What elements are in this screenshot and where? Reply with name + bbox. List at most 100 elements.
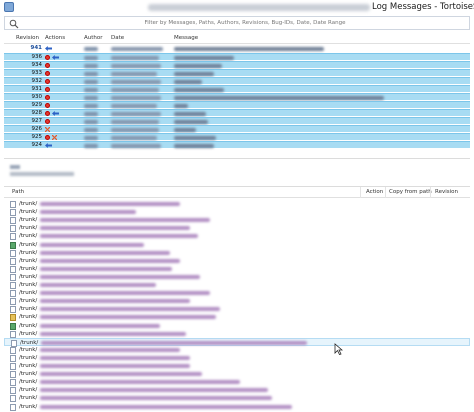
path-row[interactable]: /trunk/ [4, 249, 470, 257]
log-row[interactable]: 941 [4, 45, 470, 52]
path-row[interactable]: /trunk/ [4, 386, 470, 395]
path-row[interactable]: /trunk/ [4, 313, 470, 322]
column-separator[interactable] [385, 187, 386, 198]
column-header-revision[interactable]: Revision [435, 189, 458, 195]
column-separator[interactable] [430, 187, 431, 198]
date-redacted [111, 144, 161, 148]
path-prefix: /trunk/ [19, 395, 38, 402]
revision-number: 924 [31, 142, 43, 148]
filter-box[interactable] [4, 16, 470, 30]
author-redacted [84, 88, 98, 92]
column-separator[interactable] [360, 187, 361, 198]
path-row[interactable]: /trunk/ [4, 322, 470, 330]
path-prefix: /trunk/ [19, 403, 38, 410]
path-redacted [40, 283, 156, 287]
log-row[interactable]: 925 [4, 133, 470, 140]
date-redacted [111, 80, 161, 84]
column-header-path[interactable]: Path [12, 189, 24, 195]
file-icon [10, 217, 16, 225]
path-row[interactable]: /trunk/ [4, 362, 470, 370]
path-row[interactable]: /trunk/ [4, 297, 470, 306]
path-row[interactable]: /trunk/ [4, 224, 470, 233]
log-row[interactable]: 924 [4, 141, 470, 148]
path-prefix: /trunk/ [19, 225, 38, 232]
log-row[interactable]: 932 [4, 77, 470, 84]
log-row[interactable]: 934 [4, 61, 470, 68]
date-redacted [111, 47, 163, 51]
date-redacted [111, 88, 159, 92]
log-table: Revision Actions Author Date Message 941… [4, 34, 470, 154]
message-redacted [174, 128, 196, 132]
path-row[interactable]: /trunk/ [4, 305, 470, 314]
path-row[interactable]: /trunk/ [4, 378, 470, 387]
path-prefix: /trunk/ [19, 217, 38, 224]
path-prefix: /trunk/ [19, 387, 38, 394]
author-redacted [84, 72, 98, 76]
path-row[interactable]: /trunk/ [4, 273, 470, 281]
path-row[interactable]: /trunk/ [4, 330, 470, 338]
path-prefix: /trunk/ [19, 379, 38, 386]
folder-icon [10, 314, 16, 322]
log-row[interactable]: 928 [4, 109, 470, 116]
path-row[interactable]: /trunk/ [4, 289, 470, 298]
path-row[interactable]: /trunk/ [4, 200, 470, 208]
log-row[interactable]: 936 [4, 53, 470, 60]
path-redacted [40, 347, 180, 352]
actions-cell [45, 119, 67, 124]
column-header-actions[interactable]: Actions [45, 35, 65, 41]
date-redacted [111, 104, 157, 108]
tortoisesvn-icon [4, 2, 14, 12]
path-prefix: /trunk/ [19, 265, 38, 272]
path-row[interactable]: /trunk/ [4, 281, 470, 289]
path-redacted [40, 250, 170, 255]
column-header-author[interactable]: Author [84, 35, 103, 41]
actions-cell [45, 127, 67, 132]
path-row[interactable]: /trunk/ [4, 337, 470, 347]
path-prefix: /trunk/ [19, 322, 38, 329]
column-header-action[interactable]: Action [366, 189, 383, 195]
revision-number: 929 [31, 102, 43, 108]
path-row[interactable]: /trunk/ [4, 403, 470, 411]
filter-input[interactable] [21, 17, 469, 29]
window-title-path-redacted [148, 4, 370, 11]
panel-divider[interactable] [4, 158, 470, 159]
path-row[interactable]: /trunk/ [4, 394, 470, 403]
path-row[interactable]: /trunk/ [4, 208, 470, 217]
file-icon [10, 371, 16, 379]
log-message-view[interactable] [4, 163, 470, 183]
column-header-message[interactable]: Message [174, 35, 198, 41]
path-redacted [40, 380, 240, 385]
message-text-redacted [10, 172, 74, 176]
path-redacted [40, 315, 216, 320]
date-redacted [111, 64, 161, 68]
path-prefix: /trunk/ [19, 209, 38, 216]
path-row[interactable]: /trunk/ [4, 232, 470, 241]
modified-action-icon [45, 103, 50, 108]
path-row[interactable]: /trunk/ [4, 346, 470, 354]
log-row[interactable]: 926 [4, 125, 470, 132]
path-row[interactable]: /trunk/ [4, 265, 470, 273]
column-header-date[interactable]: Date [111, 35, 124, 41]
log-row[interactable]: 929 [4, 101, 470, 108]
file-icon [10, 298, 16, 306]
path-redacted [40, 218, 210, 223]
path-row[interactable]: /trunk/ [4, 354, 470, 362]
column-header-revision[interactable]: Revision [16, 35, 39, 41]
path-row[interactable]: /trunk/ [4, 216, 470, 225]
actions-cell [45, 79, 67, 84]
path-prefix: /trunk/ [19, 298, 38, 305]
column-header-copy-from-path[interactable]: Copy from path [389, 189, 432, 195]
log-row[interactable]: 927 [4, 117, 470, 124]
revision-number: 926 [31, 126, 43, 132]
path-redacted [40, 396, 272, 401]
path-row[interactable]: /trunk/ [4, 241, 470, 249]
log-row[interactable]: 930 [4, 93, 470, 100]
modified-action-icon [45, 135, 50, 140]
log-row[interactable]: 933 [4, 69, 470, 76]
log-row[interactable]: 931 [4, 85, 470, 92]
file-icon [10, 273, 16, 281]
path-row[interactable]: /trunk/ [4, 257, 470, 265]
message-redacted [174, 47, 324, 51]
revision-number: 931 [31, 86, 43, 92]
path-row[interactable]: /trunk/ [4, 370, 470, 379]
